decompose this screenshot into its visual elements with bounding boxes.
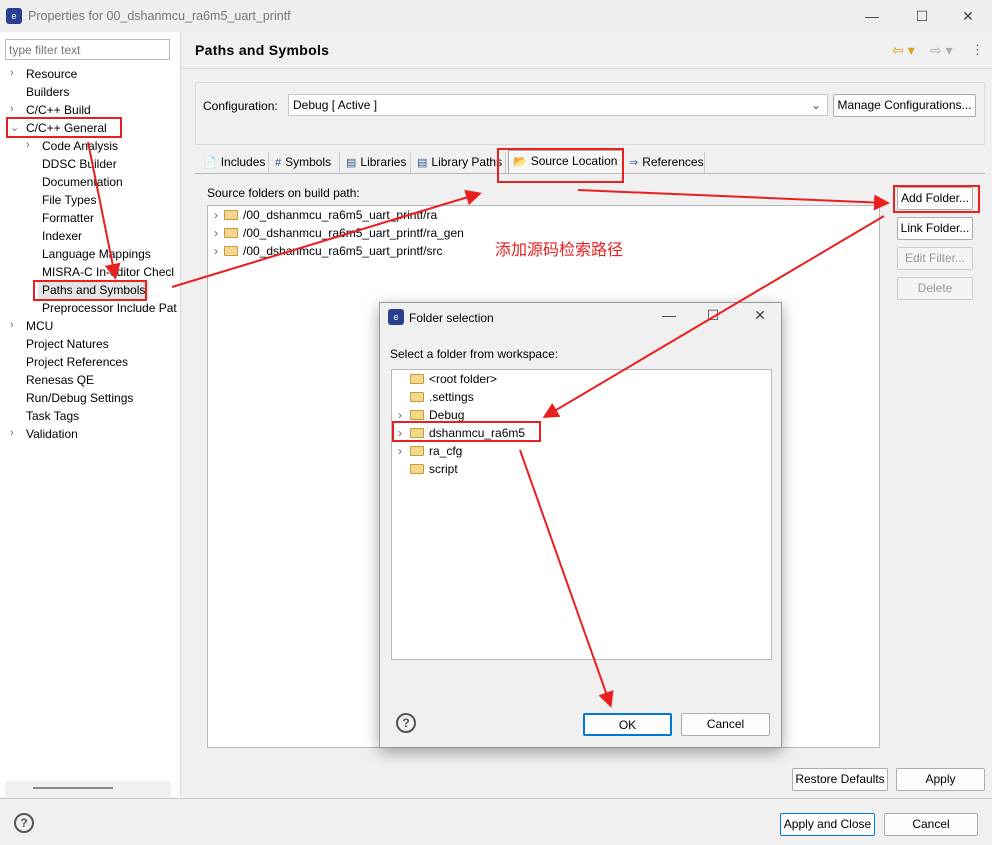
- arrow: [87, 141, 121, 280]
- arrow: [171, 189, 482, 288]
- arrow: [577, 189, 890, 211]
- arrow: [542, 215, 885, 419]
- arrow: [519, 449, 614, 708]
- annotation-arrows: [87, 141, 890, 708]
